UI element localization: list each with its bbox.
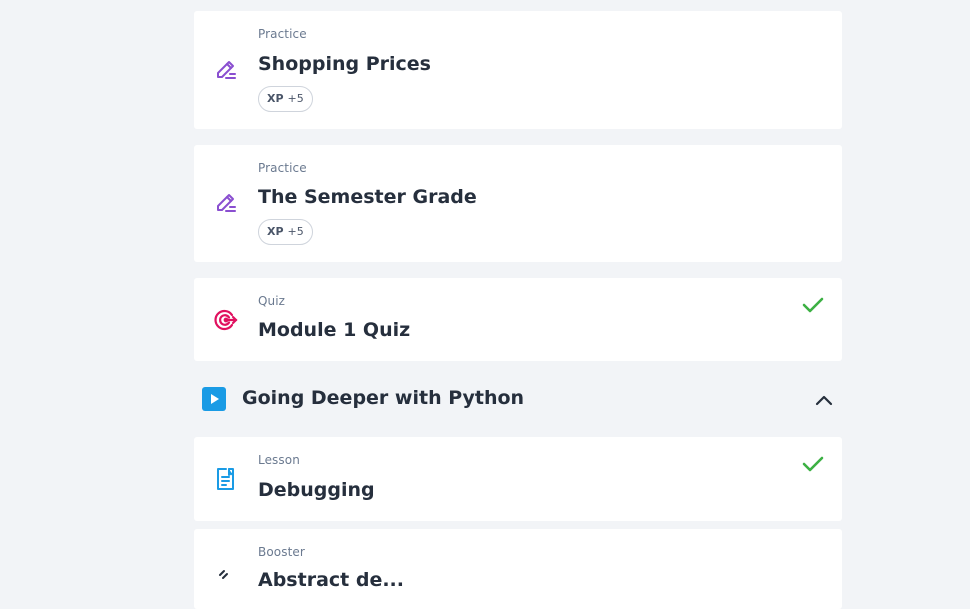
item-title: The Semester Grade [258,186,477,208]
item-card-semester-grade[interactable]: Practice The Semester Grade XP +5 [194,145,842,262]
pencil-icon [214,58,238,82]
xp-badge-value: +5 [287,225,304,238]
item-card-debugging[interactable]: Lesson Debugging [194,437,842,521]
item-type-label: Practice [258,27,307,41]
booster-icon [214,569,238,593]
item-title: Debugging [258,479,375,501]
item-card-module-1-quiz[interactable]: Quiz Module 1 Quiz [194,278,842,361]
section-title: Going Deeper with Python [242,387,525,409]
play-icon [202,387,226,411]
item-title: Module 1 Quiz [258,319,411,341]
item-card-shopping-prices[interactable]: Practice Shopping Prices XP +5 [194,11,842,129]
section-header-going-deeper[interactable]: Going Deeper with Python [194,376,842,422]
item-title: Abstract de... [258,569,404,591]
target-icon [214,308,238,332]
xp-badge: XP +5 [258,219,313,245]
item-type-label: Lesson [258,453,300,467]
xp-badge-label: XP [267,92,284,105]
check-icon [802,453,824,475]
item-title: Shopping Prices [258,53,431,75]
item-type-label: Practice [258,161,307,175]
item-type-label: Booster [258,545,305,559]
item-card-booster[interactable]: Booster Abstract de... [194,529,842,609]
xp-badge-value: +5 [287,92,304,105]
item-type-label: Quiz [258,294,286,308]
xp-badge: XP +5 [258,86,313,112]
pencil-icon [214,191,238,215]
xp-badge-label: XP [267,225,284,238]
check-icon [802,294,824,316]
lesson-doc-icon [214,467,238,491]
chevron-up-icon[interactable] [814,390,834,410]
